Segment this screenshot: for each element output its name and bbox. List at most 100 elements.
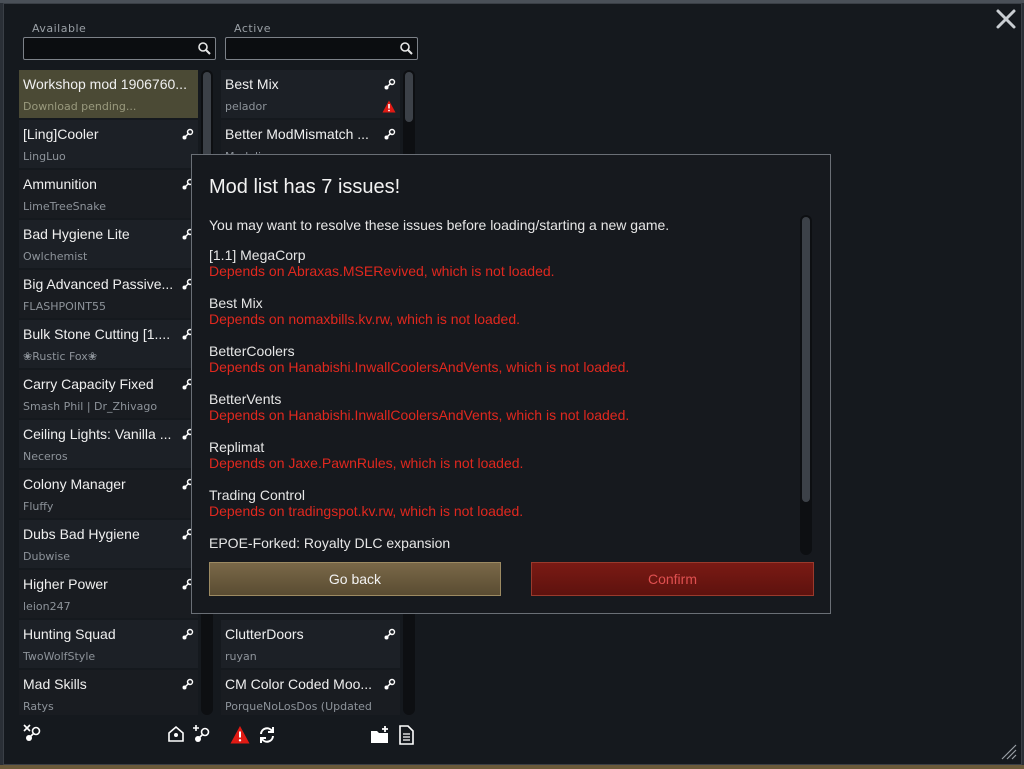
mod-name: ClutterDoors <box>225 626 304 642</box>
steam-icon <box>182 678 194 690</box>
list-item: Trading Control Depends on tradingspot.k… <box>209 487 799 535</box>
confirm-button[interactable]: Confirm <box>531 562 814 596</box>
mod-name: Ammunition <box>23 176 97 192</box>
mod-name: [Ling]Cooler <box>23 126 99 142</box>
issue-mod-name: BetterVents <box>209 391 282 407</box>
mod-name: Ceiling Lights: Vanilla ... <box>23 426 172 442</box>
mod-name: Best Mix <box>225 76 279 92</box>
steam-add-icon[interactable] <box>192 724 212 744</box>
list-item[interactable]: Carry Capacity Fixed Smash Phil | Dr_Zhi… <box>19 370 198 418</box>
mod-author: pelador <box>225 100 267 113</box>
warning-icon[interactable] <box>230 725 250 745</box>
list-item[interactable]: Bulk Stone Cutting [1.... ❀Rustic Fox❀ <box>19 320 198 368</box>
mod-author: LingLuo <box>23 150 66 163</box>
list-item: Best Mix Depends on nomaxbills.kv.rw, wh… <box>209 295 799 343</box>
mod-author: Dubwise <box>23 550 70 563</box>
close-icon <box>996 9 1016 29</box>
mod-author: FLASHPOINT55 <box>23 300 106 313</box>
active-label: Active <box>234 22 272 35</box>
mod-author: PorqueNoLosDos (Updated <box>225 700 372 713</box>
issue-mod-name: BetterCoolers <box>209 343 295 359</box>
mod-name: Big Advanced Passive... <box>23 276 174 292</box>
document-icon[interactable] <box>396 725 416 745</box>
available-mod-list: Workshop mod 1906760... Download pending… <box>19 70 198 715</box>
go-back-button[interactable]: Go back <box>209 562 501 596</box>
issue-mod-name: EPOE-Forked: Royalty DLC expansion <box>209 535 451 551</box>
save-list-icon[interactable] <box>370 725 390 745</box>
list-item[interactable]: Bad Hygiene Lite Owlchemist <box>19 220 198 268</box>
list-item: EPOE-Forked: Royalty DLC expansion <box>209 535 799 553</box>
issue-message: Depends on nomaxbills.kv.rw, which is no… <box>209 311 521 327</box>
mod-name: Higher Power <box>23 576 108 592</box>
mod-author: Download pending... <box>23 100 137 113</box>
mod-name: Colony Manager <box>23 476 126 492</box>
steam-icon <box>384 678 396 690</box>
mod-name: Hunting Squad <box>23 626 116 642</box>
steam-icon <box>182 628 194 640</box>
mod-name: CM Color Coded Moo... <box>225 676 373 692</box>
issue-mod-name: Trading Control <box>209 487 305 503</box>
list-item[interactable]: Hunting Squad TwoWolfStyle <box>19 620 198 668</box>
close-button[interactable] <box>995 8 1017 30</box>
issue-message: Depends on Hanabishi.InwallCoolersAndVen… <box>209 407 630 423</box>
available-search-input[interactable] <box>27 40 194 58</box>
list-item[interactable]: Ceiling Lights: Vanilla ... Neceros <box>19 420 198 468</box>
active-search[interactable] <box>225 37 418 60</box>
mod-author: Ratys <box>23 700 54 713</box>
mod-author: ❀Rustic Fox❀ <box>23 350 98 363</box>
issue-mod-name: Replimat <box>209 439 265 455</box>
dialog-subtitle: You may want to resolve these issues bef… <box>209 217 670 233</box>
list-item: Replimat Depends on Jaxe.PawnRules, whic… <box>209 439 799 487</box>
active-search-input[interactable] <box>229 40 396 58</box>
list-item: BetterVents Depends on Hanabishi.InwallC… <box>209 391 799 439</box>
mod-name: Carry Capacity Fixed <box>23 376 154 392</box>
list-item[interactable]: CM Color Coded Moo... PorqueNoLosDos (Up… <box>221 670 400 715</box>
issues-list: [1.1] MegaCorp Depends on Abraxas.MSERev… <box>209 247 799 553</box>
issue-message: Depends on Hanabishi.InwallCoolersAndVen… <box>209 359 630 375</box>
steam-remove-icon[interactable] <box>23 724 43 744</box>
steam-icon <box>384 128 396 140</box>
refresh-icon[interactable] <box>257 725 277 745</box>
warning-icon[interactable] <box>382 100 396 113</box>
mod-author: TwoWolfStyle <box>23 650 96 663</box>
list-item[interactable]: Mad Skills Ratys <box>19 670 198 715</box>
list-item: BetterCoolers Depends on Hanabishi.Inwal… <box>209 343 799 391</box>
search-icon[interactable] <box>197 41 212 56</box>
mod-name: Mad Skills <box>23 676 87 692</box>
scroll-thumb[interactable] <box>405 72 413 122</box>
list-item[interactable]: Ammunition LimeTreeSnake <box>19 170 198 218</box>
issue-message: Depends on Abraxas.MSERevived, which is … <box>209 263 555 279</box>
mod-name: Dubs Bad Hygiene <box>23 526 140 542</box>
mod-author: Owlchemist <box>23 250 88 263</box>
issue-mod-name: Best Mix <box>209 295 263 311</box>
mod-author: leion247 <box>23 600 71 613</box>
list-item[interactable]: Colony Manager Fluffy <box>19 470 198 518</box>
dialog-scrollbar[interactable] <box>800 215 812 555</box>
resize-grip-icon[interactable] <box>1001 744 1017 760</box>
mod-author: Neceros <box>23 450 68 463</box>
list-item[interactable]: Workshop mod 1906760... Download pending… <box>19 70 198 118</box>
issue-mod-name: [1.1] MegaCorp <box>209 247 306 263</box>
list-item[interactable]: ClutterDoors ruyan <box>221 620 400 668</box>
mod-author: Fluffy <box>23 500 54 513</box>
list-item[interactable]: Higher Power leion247 <box>19 570 198 618</box>
issue-message: Depends on tradingspot.kv.rw, which is n… <box>209 503 524 519</box>
available-search[interactable] <box>23 37 216 60</box>
mod-name: Better ModMismatch ... <box>225 126 369 142</box>
list-item[interactable]: [Ling]Cooler LingLuo <box>19 120 198 168</box>
drop-mod-icon[interactable] <box>166 724 186 744</box>
mod-author: LimeTreeSnake <box>23 200 107 213</box>
mod-author: Smash Phil | Dr_Zhivago <box>23 400 158 413</box>
list-item[interactable]: Best Mix pelador <box>221 70 400 118</box>
scroll-thumb[interactable] <box>802 217 810 502</box>
search-icon[interactable] <box>399 41 414 56</box>
list-item[interactable]: Dubs Bad Hygiene Dubwise <box>19 520 198 568</box>
list-item[interactable]: Big Advanced Passive... FLASHPOINT55 <box>19 270 198 318</box>
mod-author: ruyan <box>225 650 257 663</box>
issue-message: Depends on Jaxe.PawnRules, which is not … <box>209 455 524 471</box>
steam-icon <box>384 628 396 640</box>
steam-icon <box>384 78 396 90</box>
steam-icon <box>182 128 194 140</box>
background-bottom <box>0 765 1024 769</box>
dialog-title: Mod list has 7 issues! <box>209 176 401 198</box>
